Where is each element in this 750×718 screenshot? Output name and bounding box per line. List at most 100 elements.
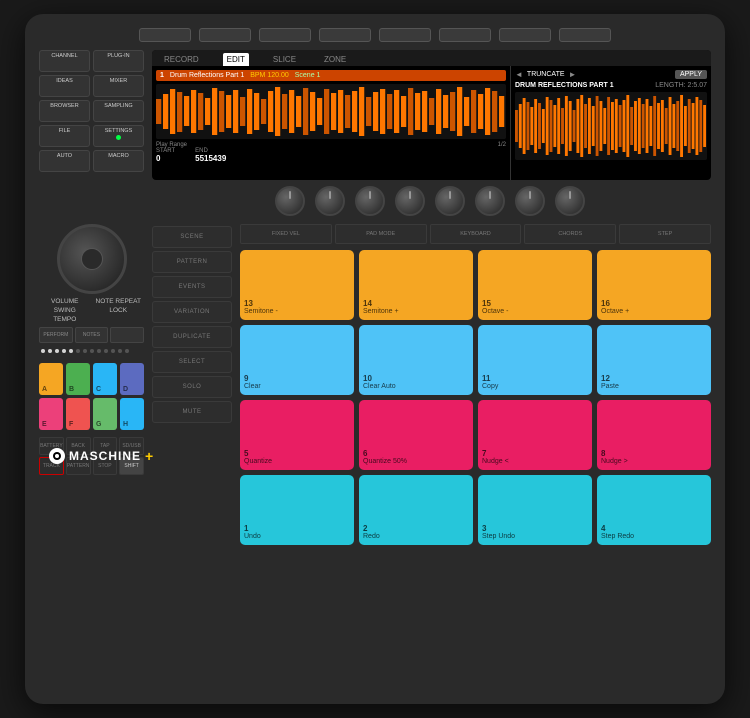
left-bottom: VOLUME NOTE REPEAT SWING LOCK TEMPO PERF…	[39, 224, 144, 545]
mixer-button[interactable]: MIXER	[93, 75, 144, 97]
macro-button[interactable]: MACRO	[93, 150, 144, 172]
top-btn-5[interactable]	[379, 28, 431, 42]
mini-pad-h[interactable]: H	[120, 398, 144, 430]
track-name: Drum Reflections Part 1	[170, 72, 244, 79]
pad-14[interactable]: 14 Semitone +	[359, 250, 473, 320]
pad-8[interactable]: 8 Nudge >	[597, 400, 711, 470]
dot-10	[104, 349, 108, 353]
mini-pad-b[interactable]: B	[66, 363, 90, 395]
dot-11	[111, 349, 115, 353]
pad-2[interactable]: 2 Redo	[359, 475, 473, 545]
keyboard-button[interactable]: KEYBOARD	[430, 224, 522, 244]
step-button[interactable]: STEP	[619, 224, 711, 244]
right-header: ◄ TRUNCATE ► APPLY	[515, 70, 707, 79]
knob-6[interactable]	[475, 186, 505, 216]
apply-button[interactable]: APPLY	[675, 70, 707, 79]
truncate-prev[interactable]: ◄	[515, 70, 523, 79]
pad-6[interactable]: 6 Quantize 50%	[359, 400, 473, 470]
sampling-button[interactable]: SAMPLING	[93, 100, 144, 122]
settings-button[interactable]: SETTINGS	[93, 125, 144, 147]
track-scene: Scene 1	[295, 72, 321, 79]
right-length: LENGTH: 2:5.07	[655, 82, 707, 89]
waveform-right	[515, 92, 707, 160]
mute-button[interactable]: MUTE	[152, 401, 232, 423]
dot-9	[97, 349, 101, 353]
model-name: +	[145, 448, 153, 464]
dot-12	[118, 349, 122, 353]
ideas-button[interactable]: IDEAS	[39, 75, 90, 97]
truncate-label: TRUNCATE	[527, 71, 565, 78]
truncate-next[interactable]: ►	[569, 70, 577, 79]
top-btn-1[interactable]	[139, 28, 191, 42]
dot-1	[41, 349, 45, 353]
pad-9[interactable]: 9 Clear	[240, 325, 354, 395]
pad-13[interactable]: 13 Semitone -	[240, 250, 354, 320]
events-button[interactable]: EVENTS	[152, 276, 232, 298]
browser-button[interactable]: BROWSER	[39, 100, 90, 122]
pad-12[interactable]: 12 Paste	[597, 325, 711, 395]
select-button[interactable]: SELECT	[152, 351, 232, 373]
top-btn-8[interactable]	[559, 28, 611, 42]
plugin-button[interactable]: PLUG-IN	[93, 50, 144, 72]
track-number: 1	[160, 72, 164, 79]
dot-6	[76, 349, 80, 353]
pad-16[interactable]: 16 Octave +	[597, 250, 711, 320]
bottom-area: VOLUME NOTE REPEAT SWING LOCK TEMPO PERF…	[39, 224, 711, 545]
variation-button[interactable]: VARIATION	[152, 301, 232, 323]
top-btn-6[interactable]	[439, 28, 491, 42]
jog-wheel[interactable]	[57, 224, 127, 294]
mini-pad-g[interactable]: G	[93, 398, 117, 430]
mini-pad-e[interactable]: E	[39, 398, 63, 430]
pad-7[interactable]: 7 Nudge <	[478, 400, 592, 470]
pattern-button[interactable]: PATTERN	[152, 251, 232, 273]
screen-content: 1 Drum Reflections Part 1 BPM 120.00 Sce…	[152, 66, 711, 180]
knob-1[interactable]	[275, 186, 305, 216]
dot-4	[62, 349, 66, 353]
knob-5[interactable]	[435, 186, 465, 216]
top-btn-3[interactable]	[259, 28, 311, 42]
top-btn-2[interactable]	[199, 28, 251, 42]
perform-button[interactable]: PERFORM	[39, 327, 73, 343]
notes-button[interactable]: NOTES	[75, 327, 109, 343]
logo-circle	[49, 448, 65, 464]
tab-record[interactable]: RECORD	[160, 53, 203, 66]
pad-11[interactable]: 11 Copy	[478, 325, 592, 395]
tab-slice[interactable]: SLICE	[269, 53, 300, 66]
pad-15[interactable]: 15 Octave -	[478, 250, 592, 320]
pad-5[interactable]: 5 Quantize	[240, 400, 354, 470]
top-btn-7[interactable]	[499, 28, 551, 42]
tempo-label: TEMPO	[39, 316, 91, 323]
knob-2[interactable]	[315, 186, 345, 216]
auto-button[interactable]: AUTO	[39, 150, 90, 172]
channel-button[interactable]: CHANNEL	[39, 50, 90, 72]
mini-pad-d[interactable]: D	[120, 363, 144, 395]
top-btn-4[interactable]	[319, 28, 371, 42]
waveform-left	[156, 84, 506, 139]
knob-4[interactable]	[395, 186, 425, 216]
fixed-vel-button[interactable]: FIXED VEL	[240, 224, 332, 244]
tab-zone[interactable]: ZONE	[320, 53, 350, 66]
pad-mode-button[interactable]: PAD MODE	[335, 224, 427, 244]
solo-button[interactable]: SOLO	[152, 376, 232, 398]
pad-10[interactable]: 10 Clear Auto	[359, 325, 473, 395]
chords-button[interactable]: CHORDS	[524, 224, 616, 244]
extra-button[interactable]	[110, 327, 144, 343]
pad-4[interactable]: 4 Step Redo	[597, 475, 711, 545]
file-button[interactable]: FILE	[39, 125, 90, 147]
pad-3[interactable]: 3 Step Undo	[478, 475, 592, 545]
mini-pad-f[interactable]: F	[66, 398, 90, 430]
knob-7[interactable]	[515, 186, 545, 216]
knob-3[interactable]	[355, 186, 385, 216]
dot-13	[125, 349, 129, 353]
knob-8[interactable]	[555, 186, 585, 216]
mini-pad-c[interactable]: C	[93, 363, 117, 395]
duplicate-button[interactable]: DUPLICATE	[152, 326, 232, 348]
screen-right-panel: ◄ TRUNCATE ► APPLY DRUM REFLECTIONS PART…	[511, 66, 711, 180]
tab-edit[interactable]: EDIT	[223, 53, 249, 66]
play-range-page: 1/2	[498, 142, 506, 148]
knobs-row	[149, 180, 711, 220]
scene-button[interactable]: SCENE	[152, 226, 232, 248]
pad-1[interactable]: 1 Undo	[240, 475, 354, 545]
dot-7	[83, 349, 87, 353]
mini-pad-a[interactable]: A	[39, 363, 63, 395]
